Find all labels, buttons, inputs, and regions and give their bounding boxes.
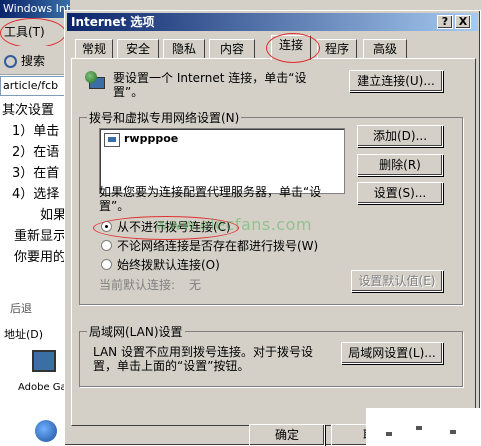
ok-button[interactable]: 确定 [249, 424, 325, 446]
add-button[interactable]: 添加(D)... [357, 125, 443, 147]
article-text: 其次设置 1）单击 2）在语 3）在首 4）选择 如果 重新显示 你要用的 [0, 100, 70, 314]
overlay-mark [386, 432, 392, 436]
search-icon [4, 55, 17, 68]
globe-shape [85, 71, 97, 83]
globe-icon[interactable] [35, 420, 57, 442]
current-default-label: 当前默认连接: [99, 278, 176, 292]
setup-text-line2: 置”。 [113, 85, 144, 99]
overlay-mark [450, 430, 456, 434]
article-line: 2）在语 [12, 145, 60, 160]
help-button[interactable]: ? [437, 15, 453, 29]
annotation-circle-connections-tab [266, 33, 320, 63]
lan-text-line2: 置，单击上面的“设置”按钮。 [93, 359, 250, 373]
network-globe-icon [85, 71, 107, 91]
dialog-titlebar: Internet 选项 ? X [67, 13, 478, 31]
monitor-icon[interactable] [32, 350, 56, 372]
tab-content[interactable]: 内容 [209, 39, 255, 59]
radio-dial-whenever[interactable] [101, 240, 112, 251]
tab-advanced[interactable]: 高级 [363, 39, 407, 59]
annotation-circle-tools [0, 18, 66, 48]
tab-programs[interactable]: 程序 [317, 39, 357, 59]
lan-group-label: 局域网(LAN)设置 [87, 323, 185, 340]
article-line: 如果 [40, 208, 67, 223]
dialup-connection-icon [104, 133, 120, 147]
tab-general[interactable]: 常规 [75, 39, 113, 59]
watermark-text: www.elecfans.com [155, 215, 312, 234]
article-line: 其次设置 [2, 103, 55, 118]
search-label: 搜索 [21, 54, 46, 68]
article-line: 重新显示 [14, 229, 67, 244]
radio-always-dial[interactable] [101, 259, 112, 270]
background-toolbar: 搜索 [0, 46, 70, 75]
connection-item-name[interactable]: rwpppoe [124, 132, 178, 145]
close-button[interactable]: X [455, 15, 471, 29]
internet-options-dialog: Internet 选项 ? X 常规 安全 隐私 内容 连接 程序 高级 要设置… [64, 10, 481, 446]
lan-settings-button[interactable]: 局域网设置(L)... [341, 342, 443, 364]
overlay-mark [416, 426, 422, 430]
address-label: 地址(D) [4, 328, 44, 341]
article-line: 3）在首 [12, 166, 60, 181]
search-button[interactable]: 搜索 [4, 52, 45, 69]
article-line: 你要用的 [14, 250, 67, 265]
current-default-value: 无 [189, 278, 202, 292]
back-button[interactable]: 后退 [10, 300, 32, 316]
tab-privacy[interactable]: 隐私 [163, 39, 205, 59]
setup-connection-button[interactable]: 建立连接(U)... [349, 70, 443, 92]
proxy-text-line2: 置”。 [99, 199, 130, 213]
article-line: 4）选择 [12, 187, 60, 202]
dialup-group-label: 拨号和虚拟专用网络设置(N) [87, 109, 242, 126]
settings-button[interactable]: 设置(S)... [357, 182, 443, 204]
proxy-text-line1: 如果您要为连接配置代理服务器，单击“设 [99, 185, 322, 199]
background-window-title: Windows Internet Exp [0, 0, 70, 18]
dialog-title: Internet 选项 [71, 15, 155, 29]
article-line: 1）单击 [12, 124, 60, 139]
tab-security[interactable]: 安全 [117, 39, 159, 59]
set-default-button[interactable]: 设置默认值(E) [351, 270, 443, 292]
image-corner-overlay [366, 408, 481, 446]
remove-button[interactable]: 删除(R) [357, 154, 443, 176]
radio-always-dial-label: 始终拨默认连接(O) [117, 258, 220, 272]
address-bar[interactable]: article/fcb [0, 76, 70, 96]
